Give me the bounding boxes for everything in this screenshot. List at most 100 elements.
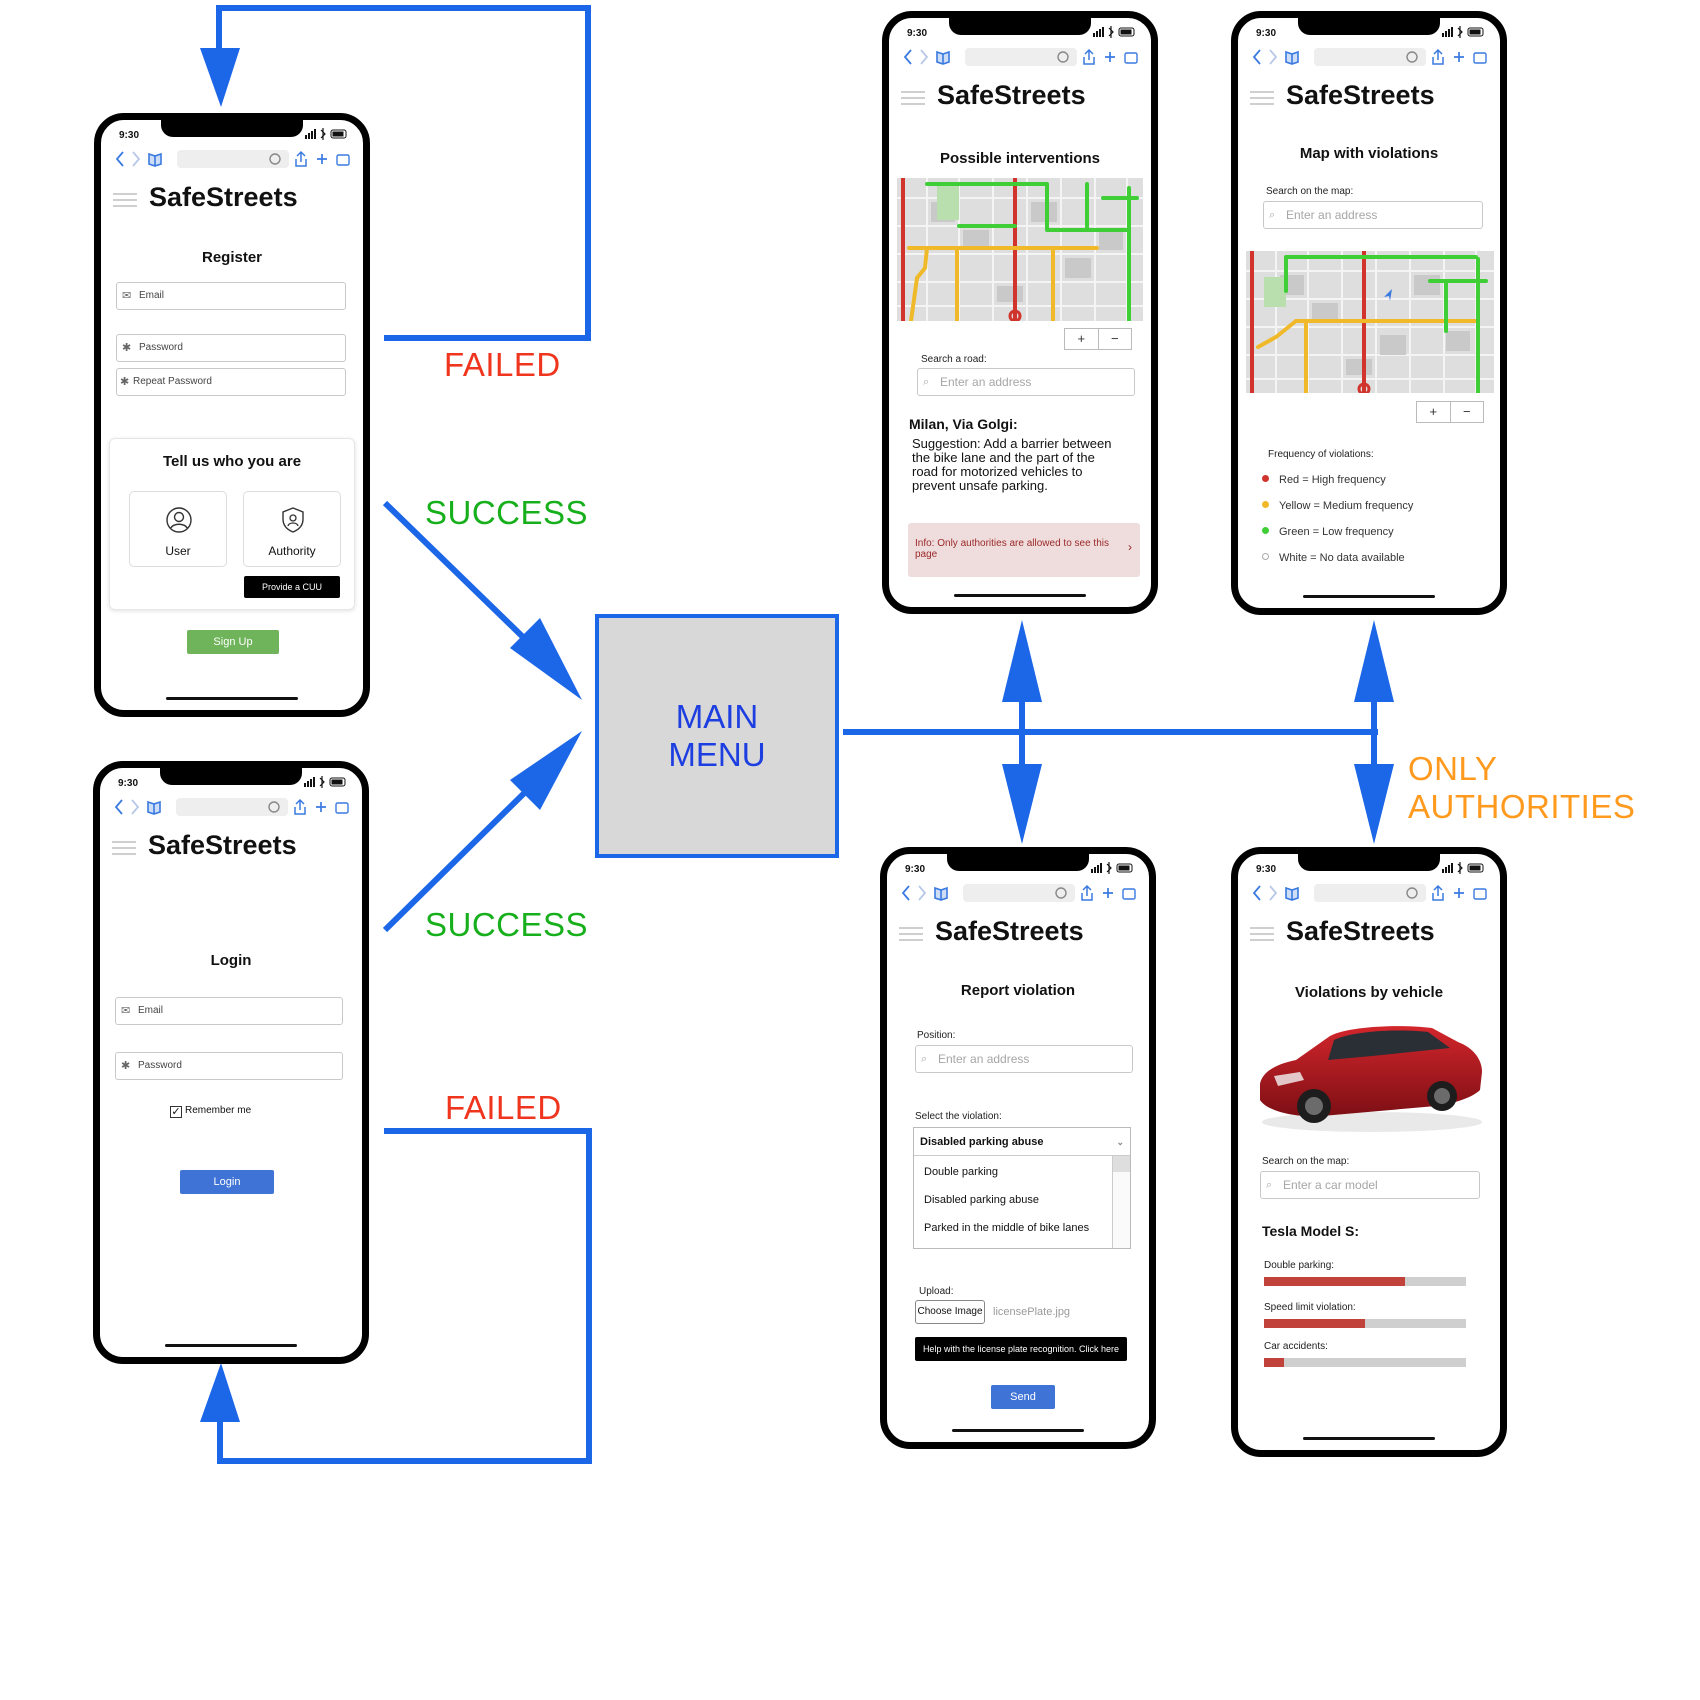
phone-notch <box>949 18 1091 35</box>
hamburger-menu-icon[interactable] <box>899 926 923 942</box>
report-violation-phone: 9:30 SafeStreets Report violation Positi… <box>880 847 1156 1449</box>
speed-limit-bar <box>1264 1319 1466 1328</box>
envelope-icon: ✉ <box>122 290 132 302</box>
scrollbar-thumb[interactable] <box>1113 1156 1130 1172</box>
hamburger-menu-icon[interactable] <box>1250 90 1274 106</box>
search-icon: ⌕ <box>1266 1179 1273 1191</box>
position-placeholder: Enter an address <box>938 1052 1030 1066</box>
browser-toolbar <box>901 882 1139 904</box>
browser-nav-icons[interactable] <box>903 48 959 66</box>
password-field[interactable]: ✱ Password <box>116 334 346 362</box>
violations-map[interactable] <box>1246 251 1494 393</box>
browser-nav-icons[interactable] <box>115 150 171 168</box>
zoom-in-button[interactable]: + <box>1417 402 1450 422</box>
hamburger-menu-icon[interactable] <box>113 192 137 208</box>
legend-item-green: Green = Low frequency <box>1262 526 1394 538</box>
search-icon: ⌕ <box>1269 209 1276 221</box>
hamburger-menu-icon[interactable] <box>901 90 925 106</box>
zoom-controls[interactable]: + − <box>1416 401 1484 423</box>
register-failed-arrowhead <box>200 48 240 107</box>
status-icons <box>305 128 347 140</box>
bar-label-car-accidents: Car accidents: <box>1264 1341 1328 1352</box>
select-scrollbar[interactable] <box>1112 1156 1130 1248</box>
home-indicator <box>1303 1437 1435 1440</box>
legend-dot-yellow <box>1262 501 1269 508</box>
email-placeholder: Email <box>139 290 165 301</box>
zoom-controls[interactable]: + − <box>1064 328 1132 350</box>
repeat-password-field[interactable]: ✱ Repeat Password <box>116 368 346 396</box>
search-icon: ⌕ <box>923 376 930 388</box>
authority-role-button[interactable]: Authority <box>243 491 341 567</box>
browser-nav-icons[interactable] <box>901 884 957 902</box>
browser-action-icons[interactable] <box>1402 884 1490 902</box>
browser-nav-icons[interactable] <box>1252 884 1308 902</box>
hamburger-menu-icon[interactable] <box>1250 926 1274 942</box>
road-search-input[interactable]: ⌕ Enter an address <box>917 368 1135 396</box>
zoom-in-button[interactable]: + <box>1065 329 1098 349</box>
password-field[interactable]: ✱ Password <box>115 1052 343 1080</box>
envelope-icon: ✉ <box>121 1005 131 1017</box>
violation-selected-value[interactable]: Disabled parking abuse ⌄ <box>914 1128 1130 1156</box>
send-button[interactable]: Send <box>991 1385 1055 1409</box>
road-search-placeholder: Enter an address <box>940 375 1032 389</box>
violation-option[interactable]: Disabled parking abuse <box>924 1194 1039 1206</box>
status-icons <box>304 776 346 788</box>
info-alert-text: Info: Only authorities are allowed to se… <box>915 538 1109 560</box>
user-role-button[interactable]: User <box>129 491 227 567</box>
violation-option[interactable]: Parked in the middle of bike lanes <box>924 1222 1089 1234</box>
violation-option[interactable]: Double parking <box>924 1166 998 1178</box>
authority-role-label: Authority <box>268 544 316 558</box>
map-search-input[interactable]: ⌕ Enter an address <box>1263 201 1483 229</box>
hamburger-menu-icon[interactable] <box>112 840 136 856</box>
email-field[interactable]: ✉ Email <box>115 997 343 1025</box>
car-accidents-bar-fill <box>1264 1358 1285 1367</box>
bar-label-double-parking: Double parking: <box>1264 1260 1335 1271</box>
app-brand: SafeStreets <box>935 916 1084 946</box>
browser-action-icons[interactable] <box>264 798 352 816</box>
main-menu-box[interactable]: MAIN MENU <box>595 614 839 858</box>
browser-nav-icons[interactable] <box>114 798 170 816</box>
login-button[interactable]: Login <box>180 1170 274 1194</box>
remember-me-row[interactable]: ✓ Remember me <box>170 1105 251 1118</box>
vehicle-violations-phone: 9:30 SafeStreets Violations by vehicle S… <box>1231 847 1507 1457</box>
position-input[interactable]: ⌕ Enter an address <box>915 1045 1133 1073</box>
uploaded-file-name: licensePlate.jpg <box>993 1306 1071 1318</box>
zoom-out-button[interactable]: − <box>1097 329 1132 349</box>
login-phone: 9:30 SafeStreets Login ✉ Email ✱ Password … <box>93 761 369 1364</box>
choose-image-button[interactable]: Choose Image <box>915 1300 985 1324</box>
password-placeholder: Password <box>138 1060 182 1071</box>
report-arrowhead <box>1002 764 1042 844</box>
email-field[interactable]: ✉ Email <box>116 282 346 310</box>
asterisk-icon: ✱ <box>120 376 130 388</box>
license-plate-tooltip[interactable]: Help with the license plate recognition.… <box>915 1337 1127 1361</box>
browser-action-icons[interactable] <box>1402 48 1490 66</box>
app-brand: SafeStreets <box>937 80 1086 110</box>
password-placeholder: Password <box>139 342 183 353</box>
browser-action-icons[interactable] <box>1051 884 1139 902</box>
bar-label-speed-limit: Speed limit violation: <box>1264 1302 1356 1313</box>
phone-notch <box>1298 18 1440 35</box>
browser-toolbar <box>1252 46 1490 68</box>
violation-select[interactable]: Disabled parking abuse ⌄ Double parking … <box>913 1127 1131 1249</box>
zoom-out-button[interactable]: − <box>1449 402 1484 422</box>
violation-select-label: Select the violation: <box>915 1111 1002 1122</box>
info-alert[interactable]: Info: Only authorities are allowed to se… <box>908 523 1140 577</box>
login-title: Login <box>210 952 252 969</box>
register-success-label: SUCCESS <box>425 494 589 531</box>
legend-title: Frequency of violations: <box>1268 449 1374 460</box>
browser-action-icons[interactable] <box>265 150 353 168</box>
violations-map-arrowhead <box>1354 620 1394 702</box>
car-model-search-input[interactable]: ⌕ Enter a car model <box>1260 1171 1480 1199</box>
phone-notch <box>161 120 303 137</box>
interventions-map[interactable] <box>897 178 1143 321</box>
remember-checkbox[interactable]: ✓ <box>170 1106 182 1118</box>
asterisk-icon: ✱ <box>121 1060 131 1072</box>
browser-nav-icons[interactable] <box>1252 48 1308 66</box>
sign-up-button[interactable]: Sign Up <box>187 630 279 654</box>
browser-action-icons[interactable] <box>1053 48 1141 66</box>
repeat-password-placeholder: Repeat Password <box>133 376 212 387</box>
app-brand: SafeStreets <box>1286 80 1435 110</box>
status-time: 9:30 <box>118 778 139 789</box>
user-icon <box>166 507 192 533</box>
app-brand: SafeStreets <box>149 182 298 212</box>
